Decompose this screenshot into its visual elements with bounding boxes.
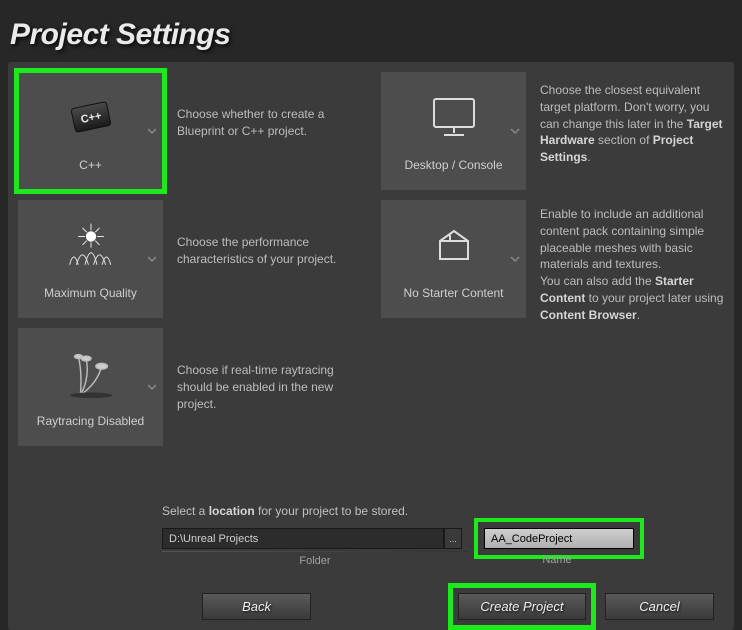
create-project-button[interactable]: Create Project [458, 593, 586, 620]
left-column: C++ C++ [18, 72, 361, 446]
back-button[interactable]: Back [202, 593, 311, 620]
raytracing-card[interactable]: Raytracing Disabled [18, 328, 163, 446]
quality-desc: Choose the performance characteristics o… [177, 200, 361, 268]
target-label: Desktop / Console [404, 158, 502, 172]
chevron-down-icon[interactable] [147, 254, 157, 264]
option-row-raytracing: Raytracing Disabled Choose if real-time … [18, 328, 361, 446]
raytracing-label: Raytracing Disabled [37, 414, 144, 428]
chevron-down-icon[interactable] [147, 126, 157, 136]
project-name-input[interactable] [484, 528, 634, 549]
cancel-button[interactable]: Cancel [605, 593, 714, 620]
quality-card[interactable]: Maximum Quality [18, 200, 163, 318]
location-prompt-pre: Select a [162, 504, 209, 518]
page-title: Project Settings [0, 0, 742, 62]
folder-sublabel: Folder [162, 555, 468, 567]
cpp-icon: C++ [61, 92, 121, 142]
name-highlight [478, 522, 640, 555]
project-type-label: C++ [79, 158, 102, 172]
quality-icon [61, 220, 121, 270]
chevron-down-icon[interactable] [147, 382, 157, 392]
option-row-target: Desktop / Console Choose the closest equ… [381, 72, 724, 190]
location-bar: Select a location for your project to be… [18, 504, 724, 620]
right-column: Desktop / Console Choose the closest equ… [381, 72, 724, 446]
option-row-starter: No Starter Content Enable to include an … [381, 200, 724, 324]
raytracing-desc: Choose if real-time raytracing should be… [177, 328, 361, 412]
raytracing-icon [61, 348, 121, 398]
name-sublabel: Name [474, 554, 640, 566]
project-type-desc: Choose whether to create a Blueprint or … [177, 72, 361, 140]
chevron-down-icon[interactable] [510, 126, 520, 136]
box-icon [424, 220, 484, 270]
create-highlight: Create Project [453, 588, 591, 625]
quality-label: Maximum Quality [44, 286, 137, 300]
option-row-project-type: C++ C++ [18, 72, 361, 190]
project-type-card[interactable]: C++ C++ [18, 72, 163, 190]
location-prompt-bold: location [209, 504, 255, 518]
chevron-down-icon[interactable] [510, 254, 520, 264]
folder-input[interactable] [162, 528, 444, 549]
starter-label: No Starter Content [403, 286, 503, 300]
browse-button[interactable]: ... [444, 528, 462, 549]
monitor-icon [424, 92, 484, 142]
option-row-quality: Maximum Quality Choose the performance c… [18, 200, 361, 318]
location-prompt-post: for your project to be stored. [255, 504, 408, 518]
settings-panel: C++ C++ [8, 62, 734, 630]
target-card[interactable]: Desktop / Console [381, 72, 526, 190]
target-desc: Choose the closest equivalent target pla… [540, 72, 724, 166]
location-prompt: Select a location for your project to be… [162, 504, 714, 518]
starter-card[interactable]: No Starter Content [381, 200, 526, 318]
starter-desc: Enable to include an additional content … [540, 200, 724, 324]
